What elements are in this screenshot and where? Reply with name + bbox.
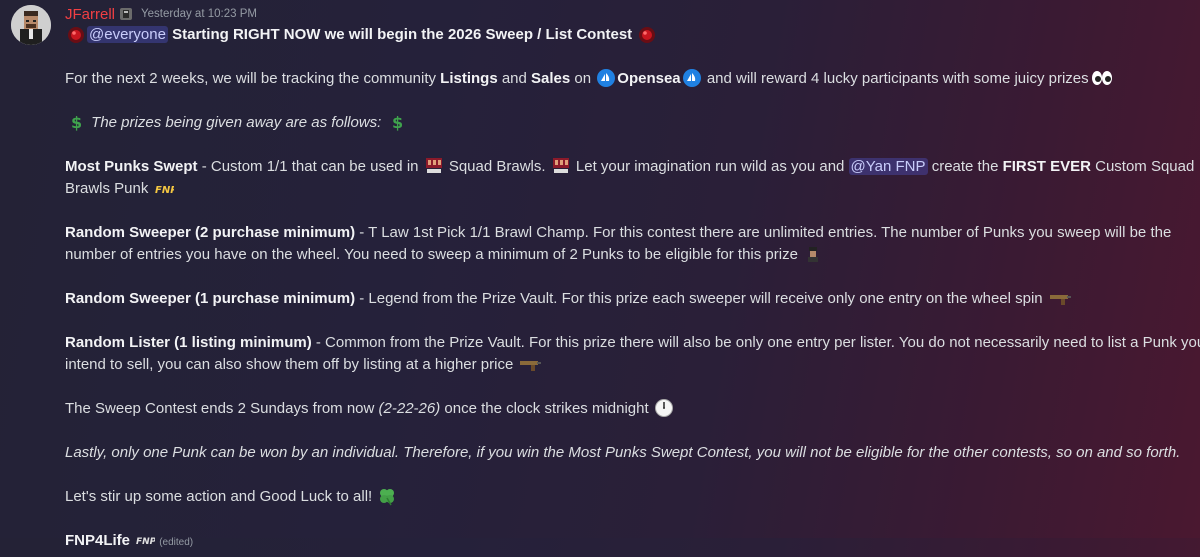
random-lister-text: - Common from the Prize Vault. For this … [311,334,1200,351]
prizes-header-text: The prizes being given away are as follo… [91,114,382,131]
most-punks-text: Squad Brawls. [444,158,550,175]
avatar[interactable] [11,5,51,45]
svg-text:$: $ [71,113,82,132]
signoff-bold: FNP4Life [65,532,131,549]
pixel-punk-avatar-icon [11,5,51,45]
signoff-line: FNP4Life FNP (edited) [65,530,1190,554]
most-punks-text: - Custom 1/1 that can be used in [197,158,423,175]
good-luck-text: Let's stir up some action and Good Luck … [65,488,373,505]
good-luck-line: Let's stir up some action and Good Luck … [65,486,1190,508]
random-sweeper-2-bold: Random Sweeper (2 purchase minimum) [65,224,356,241]
random-sweeper-1-line: Random Sweeper (1 purchase minimum) - Le… [65,288,1190,310]
intro-line: For the next 2 weeks, we will be trackin… [65,68,1190,90]
dollar-sign-emoji-icon: $ [66,112,86,132]
message-header: JFarrell Yesterday at 10:23 PM [65,4,1190,24]
red-siren-emoji-icon [66,24,86,44]
lastly-text: Lastly, only one Punk can be won by an i… [65,444,1181,461]
gun-emoji-icon [518,354,542,374]
most-punks-line: Most Punks Swept - Custom 1/1 that can b… [65,156,1194,178]
intro-text: on [570,70,596,87]
most-punks-line-cont: Brawls Punk FNP [65,178,1190,200]
fnp-logo-emoji-icon: FNP [154,178,178,198]
prizes-header-line: $ The prizes being given away are as fol… [65,112,1190,134]
role-badge-icon[interactable] [119,7,133,21]
punk-emoji-icon [803,244,823,264]
random-sweeper-2-line: Random Sweeper (2 purchase minimum) - T … [65,222,1190,244]
dollar-sign-emoji-icon: $ [387,112,407,132]
random-sweeper-2-text: number of entries you have on the wheel.… [65,246,798,263]
mention-yan-fnp[interactable]: @Yan FNP [848,158,928,175]
four-leaf-clover-emoji-icon [377,486,397,506]
random-lister-line-cont: intend to sell, you can also show them o… [65,354,1190,376]
most-punks-text: create the [927,158,1003,175]
eyes-emoji-icon [1090,68,1114,88]
contest-end-text: once the clock strikes midnight [440,400,649,417]
fnp-logo-emoji-icon: FNP [135,530,157,550]
intro-text: and [497,70,532,87]
intro-text: and will reward 4 lucky participants wit… [702,70,1089,87]
username[interactable]: JFarrell [65,6,115,23]
opensea-logo-emoji-icon [596,68,616,88]
random-sweeper-1-text: - Legend from the Prize Vault. For this … [355,290,1043,307]
lastly-line: Lastly, only one Punk can be won by an i… [65,442,1190,464]
intro-text: For the next 2 weeks, we will be trackin… [65,70,441,87]
listings-bold: Listings [440,70,498,87]
most-punks-text: Brawls Punk [65,180,149,197]
announcement-text: Starting RIGHT NOW we will begin the 202… [172,26,633,43]
squad-brawls-emoji-icon [424,156,444,176]
sales-bold: Sales [531,70,571,87]
random-sweeper-1-bold: Random Sweeper (1 purchase minimum) [65,290,356,307]
random-sweeper-2-text: - T Law 1st Pick 1/1 Brawl Champ. For th… [355,224,1172,241]
random-lister-bold: Random Lister (1 listing minimum) [65,334,312,351]
contest-end-text: The Sweep Contest ends 2 Sundays from no… [65,400,379,417]
most-punks-text: Let your imagination run wild as you and [571,158,849,175]
clock-emoji-icon [654,398,674,418]
random-sweeper-2-line-cont: number of entries you have on the wheel.… [65,244,1190,266]
timestamp[interactable]: Yesterday at 10:23 PM [141,8,257,20]
svg-text:FNP: FNP [155,185,174,196]
squad-brawls-emoji-icon [551,156,571,176]
most-punks-text: Custom Squad [1090,158,1195,175]
chat-message: JFarrell Yesterday at 10:23 PM @everyone… [0,0,1200,549]
svg-text:FNP: FNP [136,537,155,547]
opensea-logo-emoji-icon [682,68,702,88]
contest-end-date: (2-22-26) [378,400,441,417]
mention-everyone[interactable]: @everyone [87,26,168,43]
random-lister-text: intend to sell, you can also show them o… [65,356,514,373]
most-punks-bold: Most Punks Swept [65,158,198,175]
random-lister-line: Random Lister (1 listing minimum) - Comm… [65,332,1200,354]
edited-label: (edited) [159,537,194,548]
svg-text:$: $ [392,113,403,132]
opensea-bold: Opensea [617,70,681,87]
red-siren-emoji-icon [637,24,657,44]
contest-end-line: The Sweep Contest ends 2 Sundays from no… [65,398,1190,420]
first-ever-bold: FIRST EVER [1002,158,1091,175]
announcement-line: @everyone Starting RIGHT NOW we will beg… [65,24,1190,46]
gun-emoji-icon [1048,288,1072,308]
